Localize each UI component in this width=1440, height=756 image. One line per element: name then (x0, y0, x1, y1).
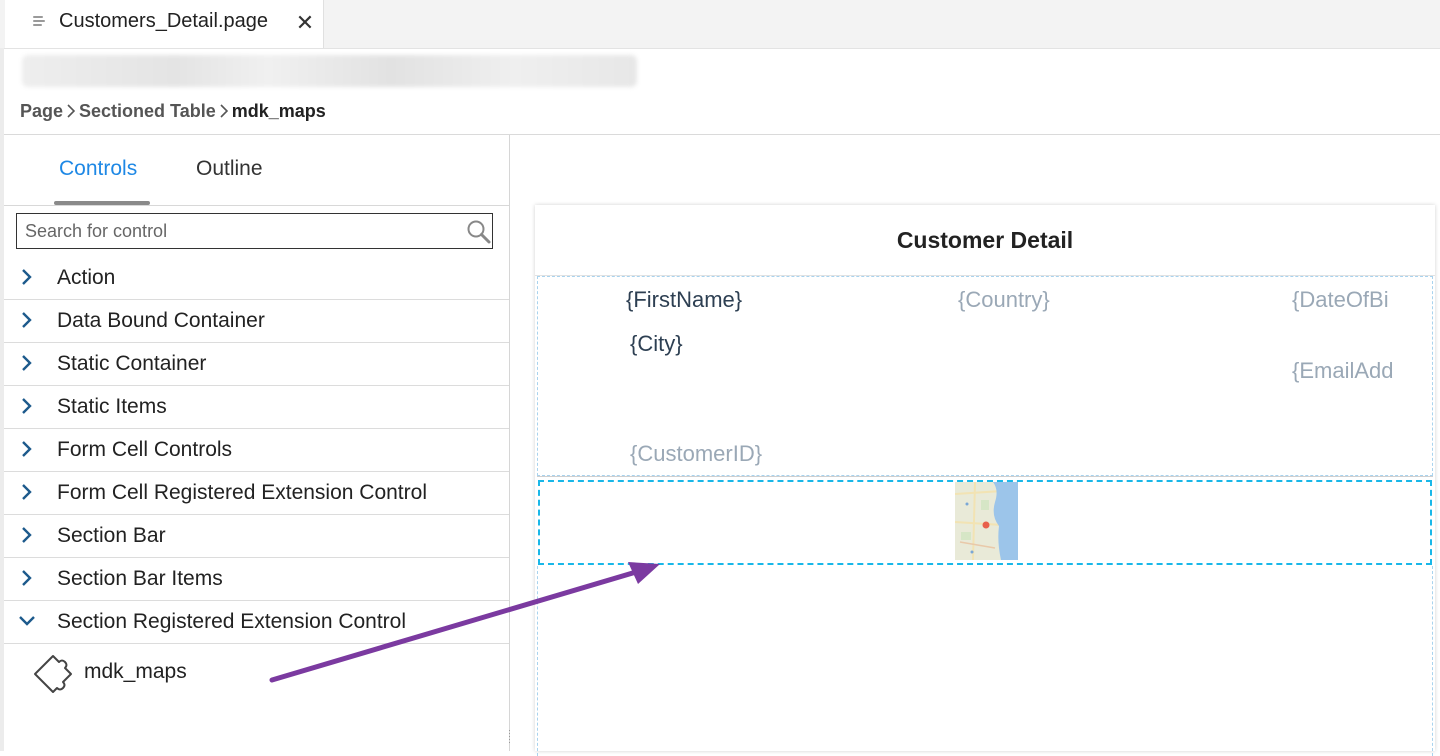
breadcrumb-sectioned-table[interactable]: Sectioned Table (79, 101, 216, 122)
chevron-right-icon (18, 268, 36, 286)
category-section-bar[interactable]: Section Bar (4, 515, 509, 558)
chevron-right-icon (18, 311, 36, 329)
chevron-down-icon (18, 612, 36, 630)
control-category-list: Action Data Bound Container Static Conta… (4, 257, 509, 644)
field-city: {City} (630, 331, 683, 356)
category-label: Form Cell Registered Extension Control (57, 481, 427, 504)
search-box (16, 213, 493, 249)
chevron-right-icon (18, 526, 36, 544)
puzzle-icon (32, 653, 74, 695)
category-data-bound-container[interactable]: Data Bound Container (4, 300, 509, 343)
category-section-bar-items[interactable]: Section Bar Items (4, 558, 509, 601)
category-label: Section Registered Extension Control (57, 610, 407, 633)
chevron-right-icon (18, 483, 36, 501)
category-label: Action (57, 266, 116, 289)
category-label: Data Bound Container (57, 309, 265, 332)
map-extension-section[interactable] (538, 480, 1432, 565)
tab-controls[interactable]: Controls (59, 157, 137, 181)
chevron-right-icon (219, 99, 229, 123)
section-divider (537, 476, 1433, 477)
category-label: Static Items (57, 395, 167, 418)
empty-section-area (537, 566, 1433, 756)
category-label: Section Bar Items (57, 567, 223, 590)
category-static-items[interactable]: Static Items (4, 386, 509, 429)
map-thumbnail-image (955, 482, 1018, 560)
category-form-cell-controls[interactable]: Form Cell Controls (4, 429, 509, 472)
category-section-registered-extension-control[interactable]: Section Registered Extension Control (4, 601, 509, 644)
editor-tab-label: Customers_Detail.page (59, 10, 268, 32)
field-date-of-birth: {DateOfBi (1292, 287, 1389, 312)
category-label: Form Cell Controls (57, 438, 233, 461)
control-item-label: mdk_maps (84, 660, 187, 683)
close-icon[interactable]: ✕ (294, 12, 316, 34)
editor-tab[interactable]: Customers_Detail.page ✕ (5, 0, 324, 48)
search-icon[interactable] (466, 219, 492, 245)
editor-tab-bar: Customers_Detail.page ✕ (0, 0, 1440, 49)
chevron-right-icon (18, 397, 36, 415)
breadcrumb: Page Sectioned Table mdk_maps (20, 99, 326, 123)
category-label: Static Container (57, 352, 207, 375)
field-email: {EmailAdd (1292, 358, 1394, 383)
control-item-mdk-maps[interactable]: mdk_maps (32, 653, 282, 697)
breadcrumb-current: mdk_maps (231, 100, 326, 121)
category-form-cell-registered-extension-control[interactable]: Form Cell Registered Extension Control (4, 472, 509, 515)
category-static-container[interactable]: Static Container (4, 343, 509, 386)
page-title: Customer Detail (896, 227, 1074, 253)
blurred-path (22, 55, 637, 87)
chevron-right-icon (18, 569, 36, 587)
search-input[interactable] (25, 219, 455, 243)
chevron-right-icon (18, 354, 36, 372)
breadcrumb-page[interactable]: Page (20, 101, 63, 122)
field-customer-id: {CustomerID} (630, 441, 763, 466)
tab-divider (4, 205, 509, 206)
chevron-right-icon (66, 99, 76, 123)
file-lines-icon (32, 15, 46, 29)
category-label: Section Bar (57, 524, 166, 547)
field-country: {Country} (958, 287, 1050, 312)
chevron-right-icon (18, 440, 36, 458)
category-action[interactable]: Action (4, 257, 509, 300)
tab-outline[interactable]: Outline (196, 157, 263, 181)
field-first-name: {FirstName} (626, 287, 743, 312)
controls-panel: Controls Outline Action Data Bound Conta… (4, 135, 510, 751)
